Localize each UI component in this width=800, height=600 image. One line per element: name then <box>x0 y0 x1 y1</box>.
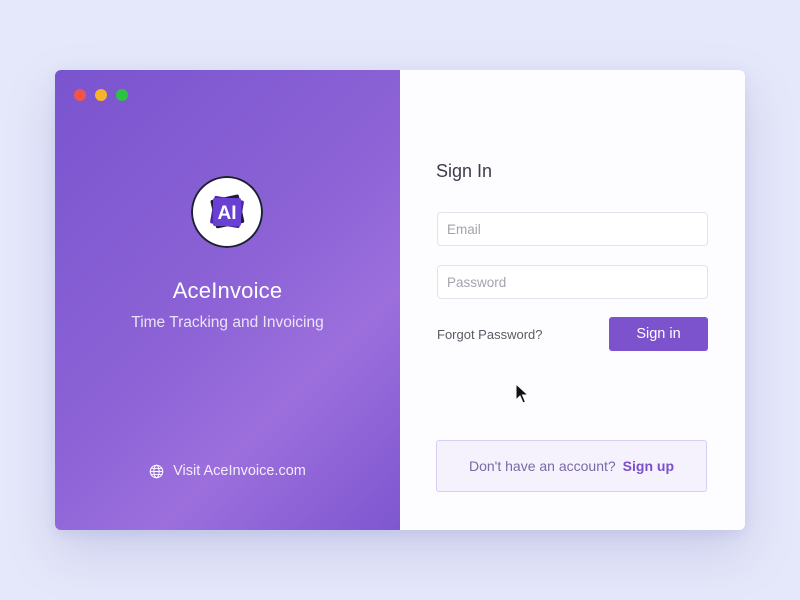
password-input[interactable] <box>437 265 708 299</box>
app-tagline: Time Tracking and Invoicing <box>131 314 324 331</box>
app-window: AI AceInvoice Time Tracking and Invoicin… <box>55 70 745 530</box>
sign-in-button[interactable]: Sign in <box>609 317 708 351</box>
logo-mark-icon: AI <box>210 194 245 229</box>
zoom-window-button[interactable] <box>116 89 128 101</box>
sign-in-panel: Sign In Forgot Password? Sign in Don't h… <box>400 70 745 530</box>
signup-banner: Don't have an account? Sign up <box>436 440 707 492</box>
logo-text: AI <box>218 203 237 224</box>
brand-panel: AI AceInvoice Time Tracking and Invoicin… <box>55 70 400 530</box>
window-controls <box>74 89 128 101</box>
sign-up-link[interactable]: Sign up <box>623 458 674 474</box>
forgot-password-link[interactable]: Forgot Password? <box>437 327 543 342</box>
signup-prompt: Don't have an account? <box>469 458 616 474</box>
app-name: AceInvoice <box>172 278 283 303</box>
minimize-window-button[interactable] <box>95 89 107 101</box>
visit-link-label: Visit AceInvoice.com <box>173 463 306 479</box>
email-input[interactable] <box>437 212 708 246</box>
visit-website-link[interactable]: Visit AceInvoice.com <box>55 463 400 479</box>
globe-icon <box>149 464 164 478</box>
app-logo: AI <box>191 176 263 248</box>
mouse-cursor-icon <box>515 383 529 405</box>
sign-in-title: Sign In <box>436 161 493 181</box>
close-window-button[interactable] <box>74 89 86 101</box>
